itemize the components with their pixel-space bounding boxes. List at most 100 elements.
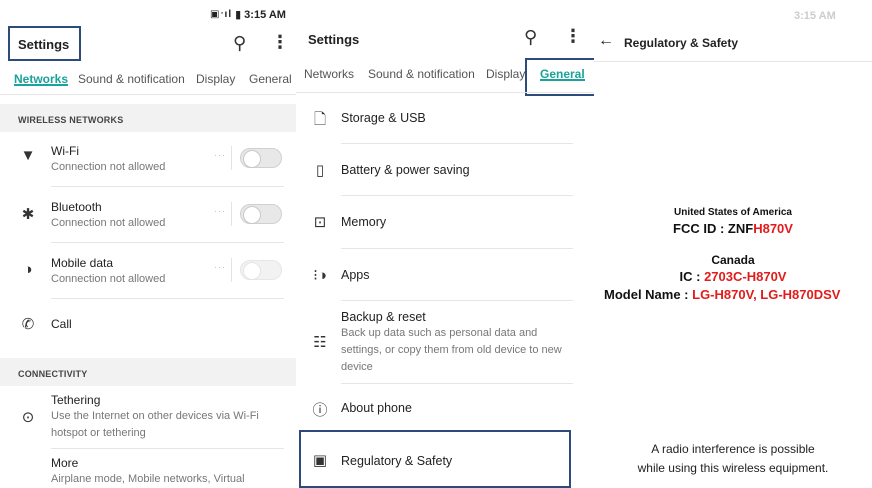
regulatory-icon: ▣ — [312, 452, 328, 469]
row-divider — [341, 383, 573, 384]
page-title: Regulatory & Safety — [624, 36, 739, 50]
bluetooth-toggle[interactable] — [240, 204, 282, 224]
model-label: Model Name : — [604, 287, 693, 302]
list-item-wifi[interactable]: ▼ Wi-Fi Connection not allowed ··· — [0, 134, 296, 186]
phone-icon: ✆ — [21, 316, 35, 333]
list-item-regulatory-safety[interactable]: ▣ Regulatory & Safety — [296, 440, 594, 484]
list-item-mobile-data[interactable]: ◑ Mobile data Connection not allowed ··· — [0, 246, 296, 298]
tab-sound-notification[interactable]: Sound & notification — [78, 62, 185, 86]
row-divider — [51, 298, 284, 299]
item-subtitle: Back up data such as personal data and s… — [341, 327, 562, 373]
row-divider — [51, 186, 284, 187]
item-title: Battery & power saving — [341, 163, 470, 177]
row-divider — [341, 248, 573, 249]
list-item-bluetooth[interactable]: ✱ Bluetooth Connection not allowed ··· — [0, 190, 296, 242]
usa-heading: United States of America — [674, 207, 792, 218]
item-title: More — [51, 456, 79, 470]
status-time: 3:15 AM — [244, 8, 286, 21]
networks-settings-screen: ▣ᐧıl ▮ 3:15 AM Settings ⚲ ⋮ Networks Sou… — [0, 0, 296, 488]
tab-sound-notification[interactable]: Sound & notification — [368, 57, 475, 81]
backup-icon: ☷ — [313, 334, 327, 351]
tab-display[interactable]: Display — [196, 62, 235, 86]
back-arrow-icon[interactable]: ← — [598, 32, 614, 50]
item-title: About phone — [341, 401, 412, 415]
item-title: Storage & USB — [341, 111, 426, 125]
ic-id: IC : 2703C-H870V — [594, 269, 872, 284]
interference-note-line1: A radio interference is possible — [651, 442, 815, 456]
list-item-apps[interactable]: ⁝◑ Apps — [296, 253, 594, 299]
list-item-about-phone[interactable]: ⓘ About phone — [296, 387, 594, 429]
more-options-icon[interactable]: ⋮ — [271, 33, 289, 51]
list-item-more[interactable]: More Airplane mode, Mobile networks, Vir… — [0, 450, 296, 488]
item-title: Tethering — [51, 393, 101, 407]
tab-networks[interactable]: Networks — [14, 62, 69, 86]
tab-divider — [296, 92, 594, 93]
row-divider — [341, 143, 573, 144]
list-item-storage[interactable]: 🗋 Storage & USB — [296, 96, 594, 142]
item-subtitle: Use the Internet on other devices via Wi… — [51, 410, 259, 439]
list-item-backup-reset[interactable]: ☷ Backup & reset Back up data such as pe… — [296, 305, 594, 380]
fcc-value: H870V — [753, 221, 793, 236]
about-phone-icon: ⓘ — [312, 402, 328, 419]
status-bar: ▣ᐧıl ▮ 3:15 AM — [210, 8, 286, 22]
tab-bar: Networks Sound & notification Display Ge… — [0, 62, 296, 94]
page-title: Settings — [308, 32, 360, 47]
apps-icon: ⁝◑ — [313, 267, 327, 284]
header-divider — [594, 61, 872, 62]
general-settings-screen: Settings ⚲ ⋮ Networks Sound & notificati… — [296, 0, 594, 488]
separator — [231, 202, 232, 226]
status-bar: 3:15 AM — [794, 10, 836, 22]
item-title: Wi-Fi — [51, 144, 79, 158]
separator — [231, 146, 232, 170]
interference-note-line2: while using this wireless equipment. — [637, 461, 829, 475]
list-item-memory[interactable]: ⊡ Memory — [296, 200, 594, 246]
item-subtitle: Airplane mode, Mobile networks, Virtual — [51, 473, 245, 485]
tethering-icon: ⊙ — [21, 409, 35, 426]
more-options-icon[interactable]: ⋮ — [564, 27, 582, 45]
ic-value: 2703C-H870V — [704, 269, 787, 284]
item-title: Backup & reset — [341, 310, 426, 324]
list-item-battery[interactable]: ▯ Battery & power saving — [296, 148, 594, 194]
list-item-call[interactable]: ✆ Call — [0, 300, 296, 348]
item-title: Bluetooth — [51, 200, 102, 214]
wifi-icon: ▼ — [20, 147, 36, 164]
separator — [231, 258, 232, 282]
item-title: Call — [51, 317, 72, 331]
storage-icon: 🗋 — [313, 111, 327, 128]
mobile-data-icon: ◑ — [23, 261, 33, 278]
row-divider — [341, 300, 573, 301]
row-divider — [341, 195, 573, 196]
highlight-box-settings — [8, 26, 81, 61]
tab-divider — [0, 94, 296, 95]
row-divider — [51, 242, 284, 243]
fcc-label: FCC ID : ZNF — [673, 221, 754, 236]
signal-icon: ▣ᐧıl — [210, 9, 233, 20]
list-item-tethering[interactable]: ⊙ Tethering Use the Internet on other de… — [0, 388, 296, 448]
wifi-toggle[interactable] — [240, 148, 282, 168]
tab-display[interactable]: Display — [486, 57, 525, 81]
more-dots-icon: ··· — [214, 262, 226, 272]
battery-icon: ▯ — [315, 162, 325, 179]
tab-general[interactable]: General — [249, 62, 292, 86]
canada-heading: Canada — [711, 253, 755, 267]
section-header-wireless: WIRELESS NETWORKS — [0, 104, 296, 132]
row-divider — [51, 448, 284, 449]
search-icon[interactable]: ⚲ — [524, 28, 537, 46]
item-title: Apps — [341, 268, 370, 282]
bluetooth-icon: ✱ — [21, 206, 35, 223]
search-icon[interactable]: ⚲ — [233, 34, 246, 52]
highlight-box-general — [525, 58, 594, 96]
mobile-data-toggle[interactable] — [240, 260, 282, 280]
item-title: Memory — [341, 215, 387, 229]
model-name: Model Name : LG-H870V, LG-H870DSV — [604, 287, 872, 302]
memory-icon: ⊡ — [313, 214, 327, 231]
tab-networks[interactable]: Networks — [304, 57, 354, 81]
status-time: 3:15 AM — [794, 10, 836, 22]
fcc-id: FCC ID : ZNFH870V — [594, 221, 872, 236]
item-title: Mobile data — [51, 256, 114, 270]
regulatory-safety-screen: 3:15 AM ← Regulatory & Safety United Sta… — [594, 0, 872, 488]
more-dots-icon: ··· — [214, 206, 226, 216]
section-header-connectivity: CONNECTIVITY — [0, 358, 296, 386]
more-dots-icon: ··· — [214, 150, 226, 160]
ic-label: IC : — [679, 269, 705, 284]
